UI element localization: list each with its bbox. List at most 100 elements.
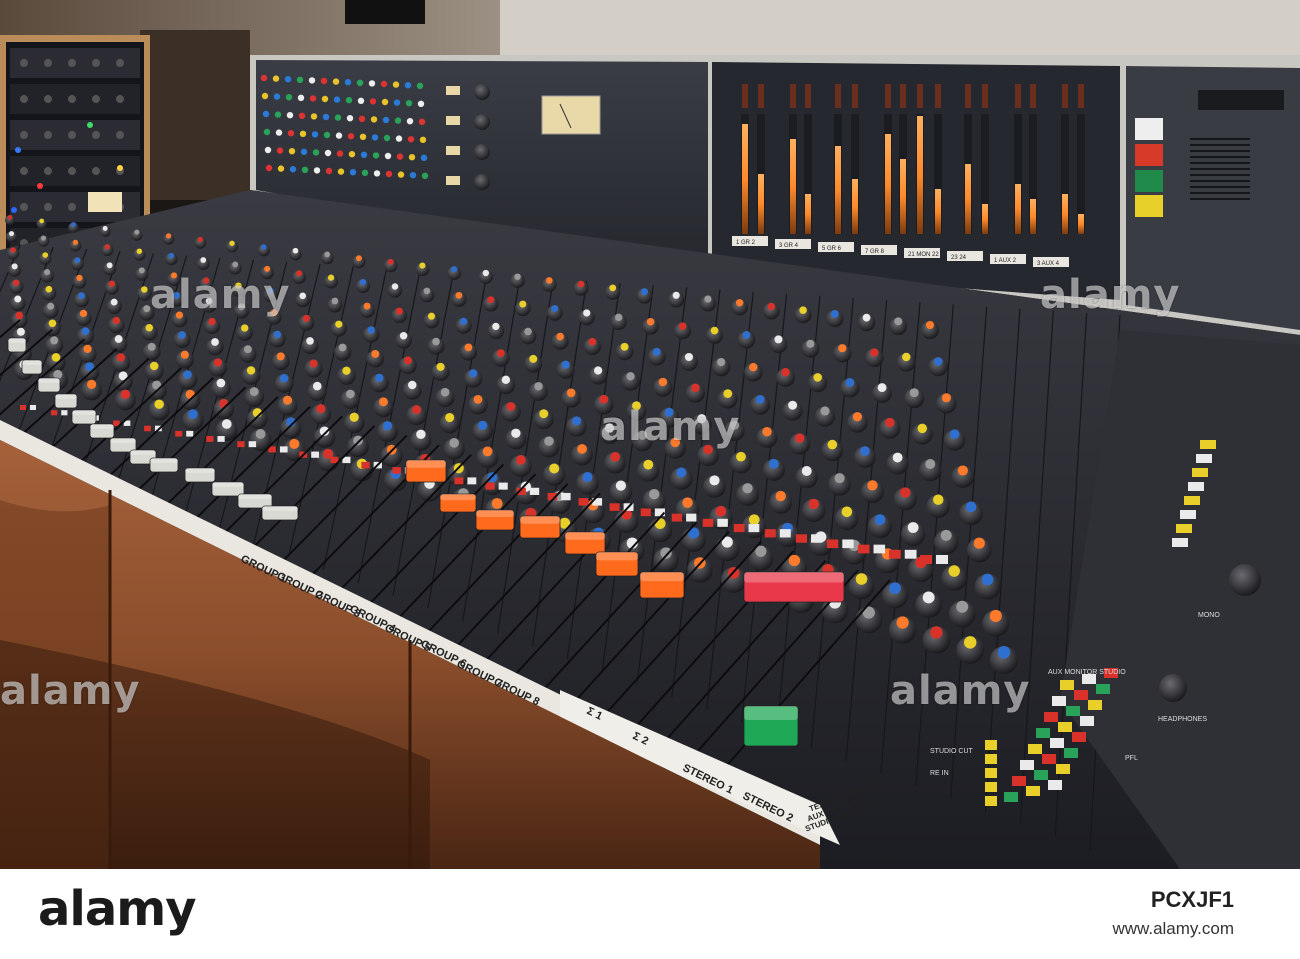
eq-knob[interactable]: [313, 167, 321, 174]
master-button[interactable]: [1052, 696, 1066, 706]
eq-knob[interactable]: [382, 116, 390, 124]
channel-button[interactable]: [764, 529, 776, 538]
eq-knob[interactable]: [356, 79, 364, 87]
master-button[interactable]: [1020, 760, 1034, 770]
yellow-button[interactable]: [1135, 195, 1163, 217]
eq-knob[interactable]: [289, 166, 297, 173]
channel-button[interactable]: [609, 503, 620, 511]
eq-knob[interactable]: [409, 172, 417, 179]
channel-button[interactable]: [795, 534, 808, 543]
eq-knob[interactable]: [358, 115, 366, 123]
eq-knob[interactable]: [261, 92, 269, 100]
rack-knob[interactable]: [20, 131, 28, 139]
channel-button[interactable]: [61, 410, 68, 416]
channel-button[interactable]: [454, 477, 464, 485]
eq-knob[interactable]: [286, 112, 294, 119]
rack-knob[interactable]: [116, 95, 124, 103]
rack-knob[interactable]: [44, 131, 52, 139]
aux-button[interactable]: [985, 740, 997, 750]
channel-button[interactable]: [857, 544, 870, 554]
channel-button[interactable]: [30, 405, 36, 410]
eq-knob[interactable]: [373, 170, 381, 177]
eq-knob[interactable]: [297, 94, 305, 102]
eq-knob[interactable]: [300, 148, 308, 155]
rack-knob[interactable]: [68, 95, 76, 103]
eq-knob[interactable]: [273, 93, 281, 100]
eq-knob[interactable]: [394, 117, 402, 124]
eq-knob[interactable]: [287, 130, 295, 137]
eq-knob[interactable]: [369, 98, 377, 105]
channel-button[interactable]: [498, 482, 508, 490]
eq-knob[interactable]: [320, 77, 328, 85]
eq-knob[interactable]: [264, 146, 272, 154]
eq-knob[interactable]: [334, 114, 342, 121]
eq-knob[interactable]: [392, 81, 400, 88]
master-button[interactable]: [1042, 754, 1056, 764]
preset-button[interactable]: [446, 86, 460, 95]
eq-knob[interactable]: [308, 77, 316, 84]
eq-knob[interactable]: [346, 115, 354, 122]
master-button[interactable]: [1072, 732, 1086, 742]
rack-knob[interactable]: [92, 95, 100, 103]
master-button[interactable]: [1026, 786, 1040, 796]
eq-knob[interactable]: [395, 135, 403, 142]
master-button[interactable]: [1066, 706, 1080, 716]
preset-button[interactable]: [446, 176, 460, 185]
master-button[interactable]: [1060, 680, 1074, 690]
eq-knob[interactable]: [408, 154, 416, 161]
eq-knob[interactable]: [405, 100, 413, 107]
channel-button[interactable]: [779, 529, 791, 538]
rack-knob[interactable]: [44, 167, 52, 175]
eq-knob[interactable]: [337, 168, 345, 175]
eq-knob[interactable]: [324, 149, 332, 157]
channel-button[interactable]: [561, 492, 571, 501]
monitor-button[interactable]: [1180, 510, 1196, 519]
eq-knob[interactable]: [296, 76, 304, 84]
channel-button[interactable]: [811, 534, 823, 543]
eq-knob[interactable]: [404, 82, 412, 89]
master-button[interactable]: [1064, 748, 1078, 758]
master-button[interactable]: [1034, 770, 1048, 780]
channel-button[interactable]: [529, 487, 540, 495]
eq-knob[interactable]: [272, 75, 280, 82]
monitor-button[interactable]: [1196, 454, 1212, 463]
rack-knob[interactable]: [68, 131, 76, 139]
master-button[interactable]: [1056, 764, 1070, 774]
rack-knob[interactable]: [116, 59, 124, 67]
eq-knob[interactable]: [344, 79, 352, 86]
eq-knob[interactable]: [406, 118, 414, 125]
eq-knob[interactable]: [260, 74, 268, 82]
eq-knob[interactable]: [385, 170, 393, 178]
channel-button[interactable]: [733, 523, 745, 533]
eq-knob[interactable]: [299, 130, 307, 137]
eq-knob[interactable]: [397, 171, 405, 178]
cr-monitor-knob[interactable]: [1229, 564, 1261, 596]
preset-button[interactable]: [446, 116, 460, 125]
master-button[interactable]: [1074, 690, 1088, 700]
eq-knob[interactable]: [345, 97, 353, 104]
channel-button[interactable]: [842, 539, 854, 549]
eq-knob[interactable]: [276, 147, 284, 154]
eq-knob[interactable]: [336, 150, 344, 157]
channel-button[interactable]: [361, 461, 370, 469]
eq-knob[interactable]: [265, 164, 273, 172]
monitor-button[interactable]: [1172, 538, 1188, 547]
rack-knob[interactable]: [44, 203, 52, 211]
preset-button[interactable]: [446, 146, 460, 155]
eq-knob[interactable]: [359, 133, 367, 140]
aux-button[interactable]: [985, 768, 997, 778]
monitor-button[interactable]: [1200, 440, 1216, 449]
eq-knob[interactable]: [335, 132, 343, 139]
eq-knob[interactable]: [349, 169, 357, 176]
master-button[interactable]: [1004, 792, 1018, 802]
channel-button[interactable]: [873, 544, 886, 554]
aux-button[interactable]: [985, 754, 997, 764]
eq-knob[interactable]: [311, 131, 319, 138]
rack-knob[interactable]: [68, 59, 76, 67]
eq-knob[interactable]: [323, 131, 331, 139]
master-button[interactable]: [1048, 780, 1062, 790]
eq-knob[interactable]: [419, 136, 427, 143]
channel-button[interactable]: [467, 477, 477, 485]
master-button[interactable]: [1036, 728, 1050, 738]
eq-knob[interactable]: [309, 95, 317, 102]
